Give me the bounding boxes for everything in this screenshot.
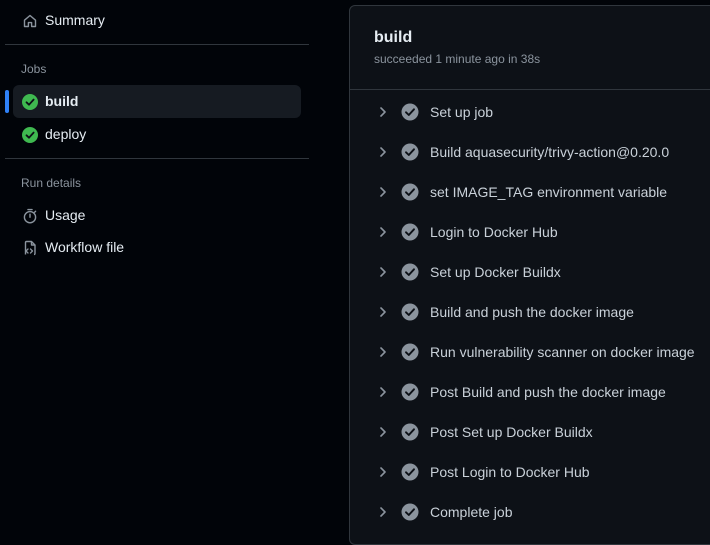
sidebar-item-label: Workflow file (45, 239, 125, 255)
file-code-icon (21, 239, 38, 256)
check-circle-icon (401, 423, 419, 441)
step-row[interactable]: Post Set up Docker Buildx (350, 412, 710, 452)
step-label: Build and push the docker image (430, 304, 634, 320)
jobs-heading: Jobs (21, 62, 47, 76)
step-row[interactable]: set IMAGE_TAG environment variable (350, 172, 710, 212)
chevron-right-icon[interactable] (376, 344, 390, 360)
step-label: set IMAGE_TAG environment variable (430, 184, 668, 200)
sidebar-job-deploy[interactable]: deploy (13, 118, 301, 151)
chevron-right-icon[interactable] (376, 304, 390, 320)
home-icon (21, 12, 38, 29)
check-circle-icon (401, 183, 419, 201)
step-row[interactable]: Build and push the docker image (350, 292, 710, 332)
sidebar-divider (5, 44, 309, 45)
check-circle-icon (401, 383, 419, 401)
sidebar-job-label: deploy (45, 126, 87, 142)
check-circle-icon (21, 93, 38, 110)
sidebar-item-label: Usage (45, 207, 86, 223)
check-circle-icon (401, 463, 419, 481)
chevron-right-icon[interactable] (376, 184, 390, 200)
chevron-right-icon[interactable] (376, 264, 390, 280)
chevron-right-icon[interactable] (376, 424, 390, 440)
step-label: Run vulnerability scanner on docker imag… (430, 344, 695, 360)
step-row[interactable]: Run vulnerability scanner on docker imag… (350, 332, 710, 372)
chevron-right-icon[interactable] (376, 464, 390, 480)
sidebar-item-summary[interactable]: Summary (13, 4, 301, 37)
step-label: Post Build and push the docker image (430, 384, 666, 400)
check-circle-icon (21, 126, 38, 143)
run-details-heading: Run details (21, 176, 82, 190)
step-row[interactable]: Set up job (350, 92, 710, 132)
step-label: Set up Docker Buildx (430, 264, 561, 280)
job-title: build (374, 29, 413, 46)
stopwatch-icon (21, 207, 38, 224)
check-circle-icon (401, 263, 419, 281)
step-row[interactable]: Login to Docker Hub (350, 212, 710, 252)
active-indicator (5, 90, 9, 113)
chevron-right-icon[interactable] (376, 384, 390, 400)
check-circle-icon (401, 343, 419, 361)
step-row[interactable]: Build aquasecurity/trivy-action@0.20.0 (350, 132, 710, 172)
step-row[interactable]: Post Build and push the docker image (350, 372, 710, 412)
sidebar-job-label: build (45, 93, 79, 109)
chevron-right-icon[interactable] (376, 144, 390, 160)
step-label: Build aquasecurity/trivy-action@0.20.0 (430, 144, 670, 160)
check-circle-icon (401, 303, 419, 321)
step-label: Post Set up Docker Buildx (430, 424, 593, 440)
step-label: Login to Docker Hub (430, 224, 558, 240)
step-row[interactable]: Set up Docker Buildx (350, 252, 710, 292)
job-header: build succeeded 1 minute ago in 38s (350, 6, 710, 90)
step-label: Set up job (430, 104, 494, 120)
check-circle-icon (401, 223, 419, 241)
check-circle-icon (401, 143, 419, 161)
step-label: Post Login to Docker Hub (430, 464, 590, 480)
step-label: Complete job (430, 504, 513, 520)
sidebar-job-build[interactable]: build (5, 85, 301, 118)
chevron-right-icon[interactable] (376, 504, 390, 520)
job-status-text: succeeded 1 minute ago in 38s (374, 52, 541, 66)
sidebar: Summary Jobs build deploy Run details Us… (0, 0, 320, 532)
sidebar-divider (5, 158, 309, 159)
sidebar-item-workflow-file[interactable]: Workflow file (13, 231, 301, 264)
chevron-right-icon[interactable] (376, 104, 390, 120)
chevron-right-icon[interactable] (376, 224, 390, 240)
sidebar-item-usage[interactable]: Usage (13, 199, 301, 232)
job-panel: build succeeded 1 minute ago in 38s Set … (349, 5, 710, 545)
step-row[interactable]: Post Login to Docker Hub (350, 452, 710, 492)
step-row[interactable]: Complete job (350, 492, 710, 532)
sidebar-item-label: Summary (45, 12, 105, 28)
check-circle-icon (401, 503, 419, 521)
check-circle-icon (401, 103, 419, 121)
